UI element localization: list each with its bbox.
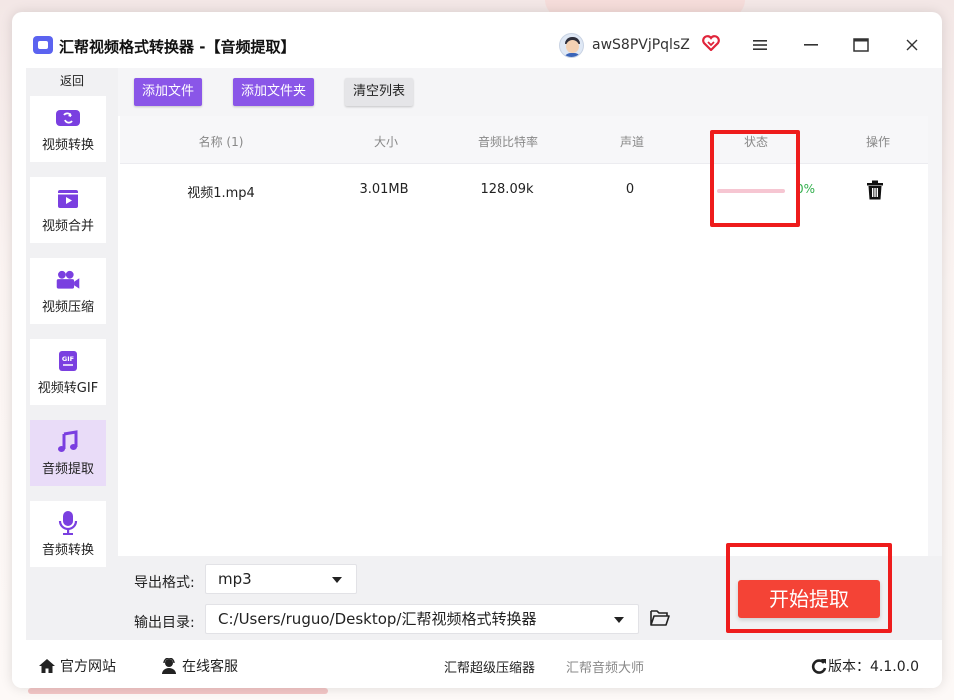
sidebar-item-label: 视频转换 (41, 137, 94, 153)
sidebar: 返回 视频转换 视频合并 视频压缩 GIF 视频转GIF 音频提取 音频转换 (26, 68, 118, 640)
video-convert-icon (55, 106, 81, 130)
svg-text:GIF: GIF (62, 355, 74, 363)
add-file-button[interactable]: 添加文件 (134, 78, 203, 106)
avatar[interactable] (559, 33, 584, 58)
chevron-down-icon (614, 617, 624, 623)
table-header: 名称 (1) 大小 音频比特率 声道 状态 操作 (120, 116, 928, 164)
sidebar-item-video-compress[interactable]: 视频压缩 (30, 258, 106, 324)
vip-heart-icon[interactable] (702, 35, 720, 51)
music-note-icon (55, 429, 81, 454)
output-dir-select[interactable]: C:/Users/ruguo/Desktop/汇帮视频格式转换器 (205, 604, 639, 634)
sidebar-item-video-convert[interactable]: 视频转换 (30, 96, 106, 162)
refresh-icon (811, 659, 827, 674)
video-compress-icon (55, 268, 81, 292)
menu-icon[interactable] (748, 34, 772, 56)
scrollbar[interactable] (928, 116, 942, 556)
file-table: 名称 (1) 大小 音频比特率 声道 状态 操作 视频1.mp4 3.01MB … (120, 116, 928, 556)
chevron-down-icon (332, 577, 342, 583)
gif-icon: GIF (55, 349, 81, 373)
file-channels: 0 (625, 182, 635, 197)
background-decoration (28, 688, 328, 694)
format-label: 导出格式: (134, 575, 195, 591)
audio-master-link[interactable]: 汇帮音频大师 (566, 657, 644, 676)
column-header-size: 大小 (373, 135, 399, 149)
trash-icon[interactable] (866, 180, 884, 200)
window-title: 汇帮视频格式转换器 -【音频提取】 (59, 38, 296, 56)
sidebar-item-label: 视频压缩 (41, 299, 94, 315)
home-icon (39, 659, 55, 673)
sidebar-item-label: 视频转GIF (37, 380, 99, 396)
sidebar-item-video-merge[interactable]: 视频合并 (30, 177, 106, 243)
minimize-icon[interactable] (799, 34, 823, 56)
support-agent-icon (162, 658, 176, 674)
online-support-link[interactable]: 在线客服 (160, 656, 238, 676)
version-label: 版本：4.1.0.0 (828, 659, 919, 675)
output-dir-label: 输出目录: (134, 615, 195, 631)
maximize-icon[interactable] (849, 34, 873, 56)
compressor-link[interactable]: 汇帮超级压缩器 (444, 657, 535, 676)
file-bitrate: 128.09k (480, 182, 534, 197)
online-support-label: 在线客服 (182, 659, 238, 675)
column-header-bitrate: 音频比特率 (477, 135, 539, 149)
sidebar-item-label: 视频合并 (41, 218, 94, 234)
close-icon[interactable] (900, 34, 924, 56)
column-header-name: 名称 (1) (198, 135, 244, 149)
file-size: 3.01MB (359, 182, 409, 197)
add-folder-button[interactable]: 添加文件夹 (233, 78, 315, 106)
version-info[interactable]: 版本：4.1.0.0 (810, 656, 919, 676)
username[interactable]: awS8PVjPqlsZ (592, 37, 690, 53)
title-bar: 汇帮视频格式转换器 -【音频提取】 awS8PVjPqlsZ (12, 12, 942, 68)
highlight-box-start (726, 543, 892, 633)
highlight-box-status (710, 130, 800, 227)
microphone-icon (55, 510, 81, 535)
column-header-channels: 声道 (619, 135, 645, 149)
sidebar-item-audio-extract[interactable]: 音频提取 (30, 420, 106, 486)
app-logo-icon (33, 36, 53, 54)
sidebar-item-label: 音频提取 (41, 461, 94, 477)
video-merge-icon (55, 187, 81, 211)
output-dir-value: C:/Users/ruguo/Desktop/汇帮视频格式转换器 (218, 610, 537, 628)
column-header-actions: 操作 (865, 135, 891, 149)
official-website-link[interactable]: 官方网站 (38, 656, 116, 676)
clear-list-button[interactable]: 清空列表 (345, 78, 414, 106)
sidebar-item-audio-convert[interactable]: 音频转换 (30, 501, 106, 567)
file-name: 视频1.mp4 (187, 186, 255, 201)
format-select[interactable]: mp3 (205, 564, 357, 594)
sidebar-item-label: 音频转换 (41, 542, 94, 558)
footer: 官方网站 在线客服 汇帮超级压缩器 汇帮音频大师 版本：4.1.0.0 (12, 640, 942, 688)
format-value: mp3 (218, 570, 252, 588)
toolbar: 添加文件 添加文件夹 清空列表 (118, 68, 942, 116)
app-window: 汇帮视频格式转换器 -【音频提取】 awS8PVjPqlsZ 返回 视频转换 视… (12, 12, 942, 688)
back-button[interactable]: 返回 (26, 72, 118, 92)
sidebar-item-gif[interactable]: GIF 视频转GIF (30, 339, 106, 405)
official-website-label: 官方网站 (60, 659, 116, 675)
folder-open-icon[interactable] (650, 609, 670, 627)
